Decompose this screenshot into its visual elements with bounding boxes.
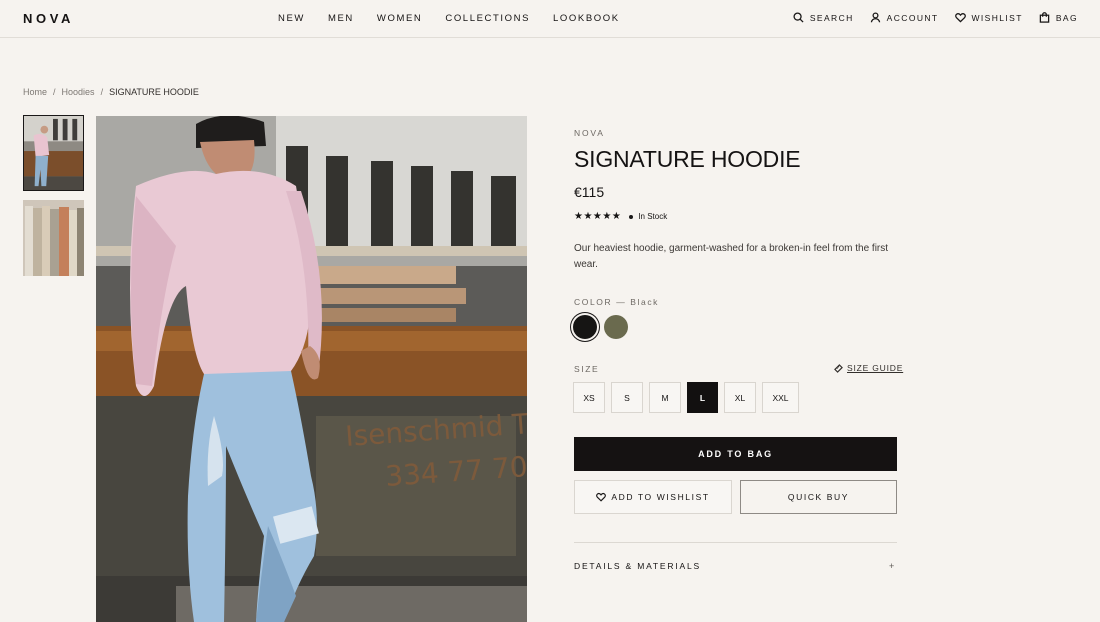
breadcrumb-hoodies[interactable]: Hoodies <box>62 87 95 97</box>
bag-label: BAG <box>1055 12 1078 23</box>
add-to-wishlist-label: ADD TO WISHLIST <box>611 492 710 502</box>
search-icon <box>793 12 804 23</box>
stock-status: In Stock <box>638 212 668 221</box>
nav-link-collections[interactable]: COLLECTIONS <box>445 13 530 24</box>
product-thumbnail-2[interactable] <box>23 200 84 276</box>
utility-navigation: SEARCH ACCOUNT WISHLIST BAG <box>777 12 1078 23</box>
heart-icon <box>596 492 607 502</box>
add-to-wishlist-button[interactable]: ADD TO WISHLIST <box>574 480 732 514</box>
model-photo: Isenschmid Thun 334 77 70 <box>96 116 527 622</box>
size-option-m[interactable]: M <box>649 382 681 413</box>
nav-link-men[interactable]: MEN <box>328 13 354 24</box>
size-selector: XS S M L XL XXL <box>573 382 805 413</box>
stock-status-dot <box>629 214 634 219</box>
nav-link-new[interactable]: NEW <box>278 13 305 24</box>
product-title: SIGNATURE HOODIE <box>574 146 801 172</box>
expand-plus-icon[interactable]: + <box>889 561 894 571</box>
product-thumbnail-1[interactable] <box>23 115 84 191</box>
breadcrumb: Home / Hoodies / SIGNATURE HOODIE <box>23 87 205 97</box>
bag-link[interactable]: BAG <box>1039 12 1078 23</box>
heart-icon <box>954 13 966 23</box>
thumbnail-model-image <box>24 116 83 190</box>
star-rating-icon[interactable]: ★★★★★ <box>574 211 621 222</box>
bag-icon <box>1039 12 1050 23</box>
size-option-xs[interactable]: XS <box>573 382 605 413</box>
product-price: €115 <box>574 184 605 200</box>
size-option-xxl[interactable]: XXL <box>762 382 799 413</box>
size-guide-link[interactable]: SIZE GUIDE <box>834 363 903 373</box>
brand-logo[interactable]: NOVA <box>23 11 74 26</box>
quick-buy-button[interactable]: QUICK BUY <box>740 480 897 514</box>
breadcrumb-home[interactable]: Home <box>23 87 47 97</box>
account-link[interactable]: ACCOUNT <box>870 12 939 23</box>
add-to-bag-button[interactable]: ADD TO BAG <box>574 437 897 471</box>
product-brand: NOVA <box>574 128 605 138</box>
size-label: SIZE <box>574 364 600 374</box>
product-rating: ★★★★★ In Stock <box>574 211 667 222</box>
breadcrumb-separator: / <box>100 87 104 97</box>
top-navigation-bar: NOVA NEW MEN WOMEN COLLECTIONS LOOKBOOK … <box>0 0 1100 38</box>
nav-link-women[interactable]: WOMEN <box>377 13 422 24</box>
search-label: SEARCH <box>809 12 854 23</box>
breadcrumb-separator: / <box>53 87 56 97</box>
section-divider <box>574 542 897 543</box>
color-label: COLOR — Black <box>574 297 660 307</box>
nav-link-lookbook[interactable]: LOOKBOOK <box>553 13 620 24</box>
size-option-xl[interactable]: XL <box>724 382 756 413</box>
details-materials-toggle[interactable]: DETAILS & MATERIALS <box>574 561 701 571</box>
product-main-image[interactable]: Isenschmid Thun 334 77 70 <box>96 116 527 622</box>
size-guide-label: SIZE GUIDE <box>847 363 904 373</box>
product-description: Our heaviest hoodie, garment-washed for … <box>574 243 889 270</box>
size-option-s[interactable]: S <box>611 382 643 413</box>
color-swatch-black[interactable] <box>573 315 597 339</box>
size-option-l[interactable]: L <box>687 382 718 413</box>
thumbnail-rack-image <box>23 200 84 276</box>
ruler-icon <box>834 363 843 373</box>
main-navigation: NEW MEN WOMEN COLLECTIONS LOOKBOOK <box>278 13 643 24</box>
color-swatch-olive[interactable] <box>604 315 628 339</box>
account-label: ACCOUNT <box>886 12 939 23</box>
search-link[interactable]: SEARCH <box>793 12 854 23</box>
wishlist-label: WISHLIST <box>971 12 1023 23</box>
breadcrumb-current: SIGNATURE HOODIE <box>109 87 199 97</box>
wishlist-link[interactable]: WISHLIST <box>954 12 1023 23</box>
user-icon <box>870 12 880 23</box>
